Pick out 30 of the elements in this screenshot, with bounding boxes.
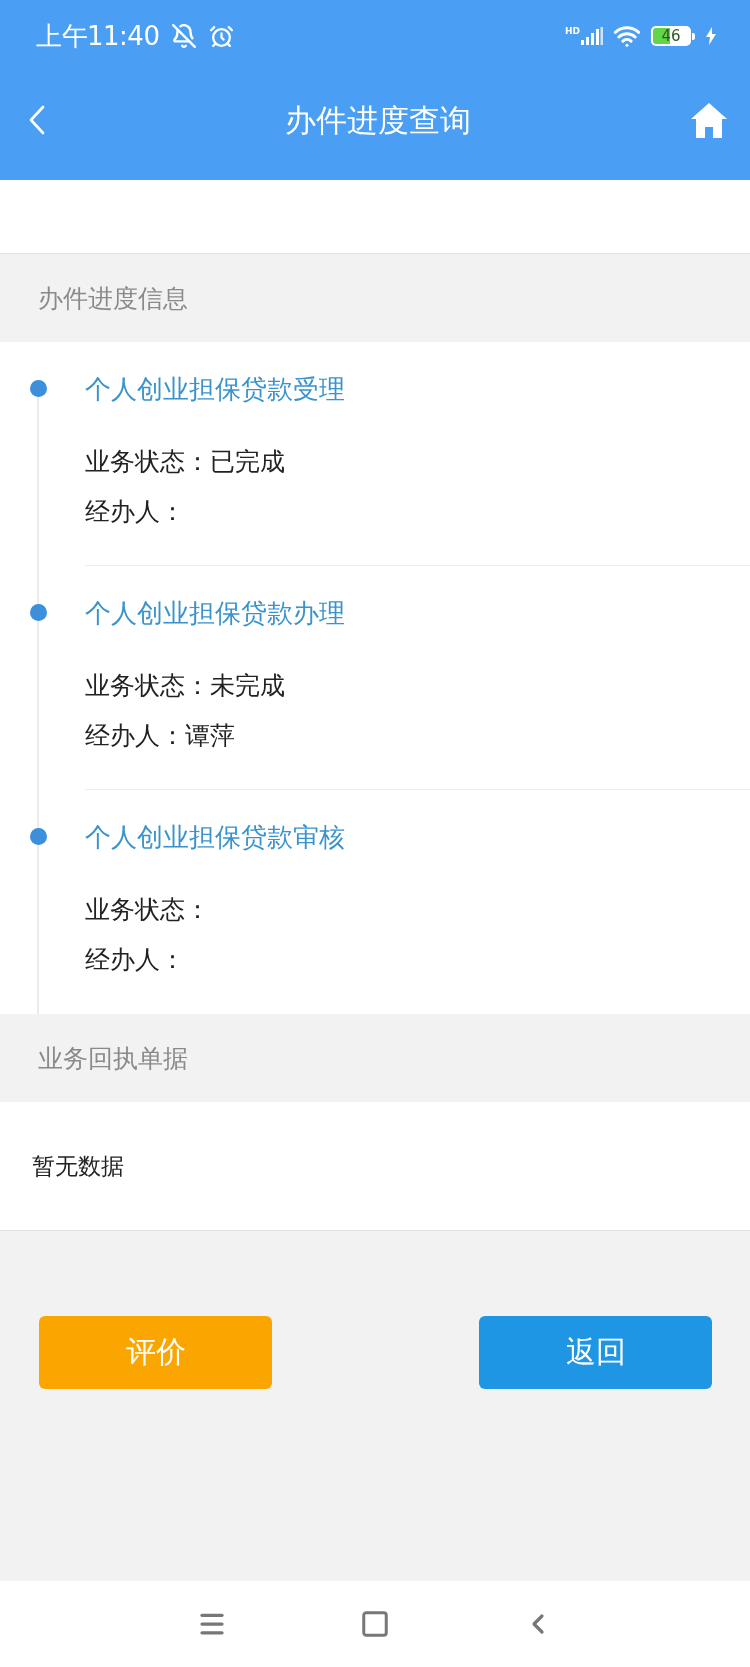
step-detail: 经办人：谭萍 [85, 720, 236, 752]
home-button[interactable] [690, 102, 728, 138]
section-heading: 办件进度信息 [37, 282, 189, 315]
action-button[interactable]: 返回 [479, 1316, 712, 1389]
timeline-dot-icon [30, 604, 47, 621]
alarm-clock-icon [209, 23, 235, 49]
muted-bell-icon [171, 23, 198, 49]
page-title: 办件进度查询 [285, 101, 471, 140]
home-icon [690, 102, 728, 138]
step-detail: 业务状态：未完成 [85, 670, 286, 702]
square-icon [360, 1609, 390, 1639]
step-title: 个人创业担保贷款受理 [85, 373, 346, 406]
network-type-label: HD [565, 27, 580, 36]
section-heading: 业务回执单据 [37, 1042, 189, 1075]
empty-message: 暂无数据 [32, 1151, 124, 1181]
status-time: 上午11:40 [36, 21, 160, 51]
charging-bolt-icon [706, 27, 716, 45]
back-button[interactable] [28, 105, 46, 135]
home-nav-button[interactable] [360, 1609, 390, 1639]
step-title: 个人创业担保贷款办理 [85, 597, 346, 630]
step-title: 个人创业担保贷款审核 [85, 821, 346, 854]
signal-icon [581, 27, 603, 45]
step-detail: 业务状态：已完成 [85, 446, 286, 478]
timeline-dot-icon [30, 828, 47, 845]
back-chevron-icon [28, 105, 46, 135]
step-detail: 经办人： [85, 944, 186, 976]
action-button[interactable]: 评价 [39, 1316, 272, 1389]
timeline-dot-icon [30, 380, 47, 397]
step-detail: 经办人： [85, 496, 186, 528]
step-detail: 业务状态： [85, 894, 211, 926]
